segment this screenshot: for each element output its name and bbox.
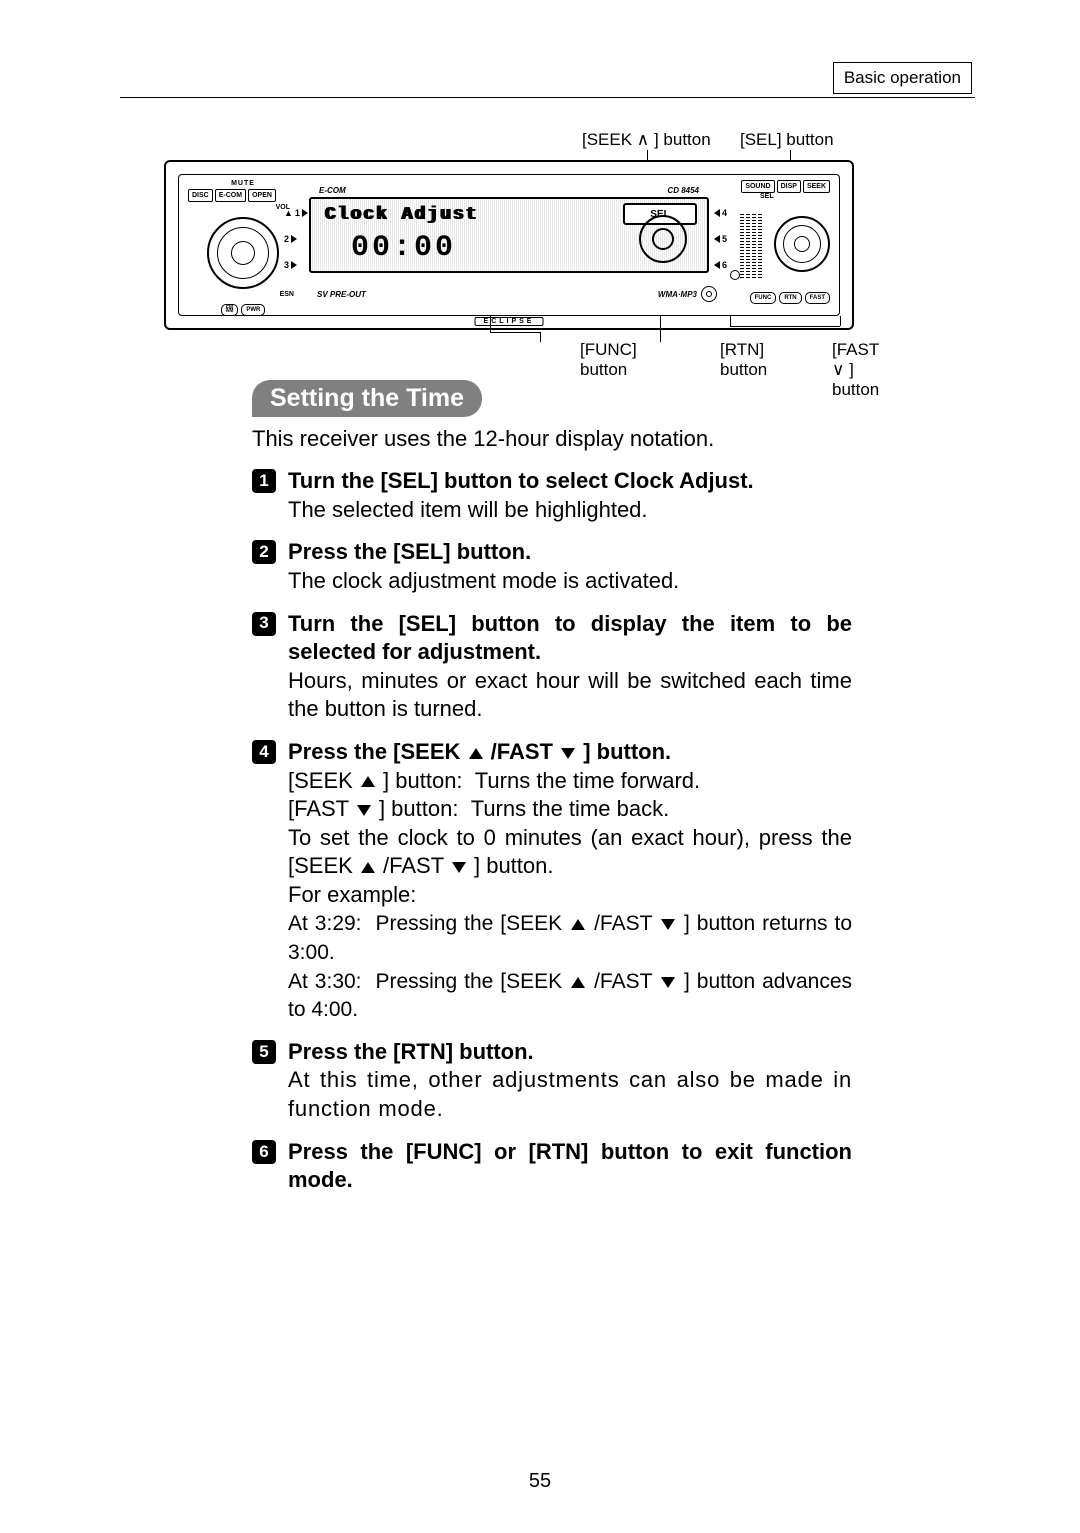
header-rule <box>120 97 975 98</box>
sel-knob[interactable] <box>774 216 830 272</box>
wedge-down-icon <box>661 977 675 988</box>
top-left-button-row: DISC E-COM OPEN <box>188 189 298 202</box>
brand-label: E-COM <box>319 186 346 195</box>
wedge-down-icon <box>452 862 466 873</box>
ecom-button[interactable]: E-COM <box>215 189 246 202</box>
leader-line <box>730 316 731 326</box>
step-number-badge: 6 <box>252 1140 276 1164</box>
manual-page: Basic operation [SEEK ∧ ] button [SEL] b… <box>0 0 1080 1533</box>
leader-line <box>490 316 491 332</box>
page-number: 55 <box>0 1470 1080 1493</box>
step-head: Press the [FUNC] or [RTN] button to exit… <box>288 1139 852 1193</box>
leader-line <box>490 332 540 333</box>
bottom-right-button-row: FUNC RTN FAST <box>720 292 830 304</box>
preset-3[interactable]: 3 <box>284 260 302 270</box>
top-right-button-row: SOUND DISP SEEK <box>720 180 830 193</box>
center-bottom-band: SV PRE-OUT WMA·MP3 <box>309 286 725 302</box>
receiver-illustration: MUTE DISC E-COM OPEN VOL ESN FM AM PWR E… <box>164 160 854 330</box>
step-body: [SEEK ] button: Turns the time forward. … <box>288 767 852 1024</box>
content-column: Setting the Time This receiver uses the … <box>252 380 852 1195</box>
left-control-cluster: MUTE DISC E-COM OPEN VOL ESN FM AM PWR <box>188 180 298 310</box>
step-body: At this time, other adjustments can also… <box>288 1066 852 1123</box>
callout-seek-up: [SEEK ∧ ] button <box>582 130 711 150</box>
wma-mp3-label: WMA·MP3 <box>658 290 697 299</box>
callout-func: [FUNC] button <box>580 340 637 380</box>
step-head: Press the [SEEK /FAST ] button. <box>288 739 671 764</box>
sv-preout-label: SV PRE-OUT <box>317 290 366 299</box>
step-2: 2 Press the [SEL] button. The clock adju… <box>252 538 852 595</box>
step-4: 4 Press the [SEEK /FAST ] button. [SEEK … <box>252 738 852 1024</box>
func-button[interactable]: FUNC <box>750 292 777 304</box>
wedge-up-icon <box>361 862 375 873</box>
seek-button[interactable]: SEEK <box>803 180 830 193</box>
wedge-down-icon <box>357 805 371 816</box>
step-head: Turn the [SEL] button to display the ite… <box>288 611 852 665</box>
pwr-button[interactable]: PWR <box>241 304 265 316</box>
step-number-badge: 5 <box>252 1040 276 1064</box>
mute-label: MUTE <box>188 180 298 187</box>
fast-button[interactable]: FAST <box>805 292 830 304</box>
leader-line <box>840 316 841 326</box>
center-top-band: E-COM CD 8454 <box>309 186 709 195</box>
sel-small-label: SEL <box>720 193 830 200</box>
volume-knob[interactable] <box>207 217 279 289</box>
fm-am-button[interactable]: FM AM <box>221 304 239 316</box>
step-6: 6 Press the [FUNC] or [RTN] button to ex… <box>252 1138 852 1195</box>
wedge-up-icon <box>571 977 585 988</box>
wedge-up-icon <box>361 776 375 787</box>
step-1: 1 Turn the [SEL] button to select Clock … <box>252 467 852 524</box>
leader-line <box>647 150 648 160</box>
wedge-up-icon <box>469 748 483 759</box>
preset-2[interactable]: 2 <box>284 234 302 244</box>
vol-label: VOL <box>188 204 298 211</box>
step-head: Press the [SEL] button. <box>288 539 531 564</box>
model-label: CD 8454 <box>667 186 699 195</box>
step-body: Hours, minutes or exact hour will be swi… <box>288 667 852 724</box>
wedge-up-icon <box>571 919 585 930</box>
leader-line <box>540 332 541 342</box>
step-3: 3 Turn the [SEL] button to display the i… <box>252 610 852 724</box>
esn-label: ESN <box>188 291 298 298</box>
step-number-badge: 2 <box>252 540 276 564</box>
step-head: Press the [RTN] button. <box>288 1039 534 1064</box>
callout-rtn: [RTN] button <box>720 340 767 380</box>
preset-1[interactable]: ▲ 1 <box>284 208 302 218</box>
step-number-badge: 1 <box>252 469 276 493</box>
step-list: 1 Turn the [SEL] button to select Clock … <box>252 467 852 1195</box>
step-5: 5 Press the [RTN] button. At this time, … <box>252 1038 852 1124</box>
disp-button[interactable]: DISP <box>777 180 801 193</box>
leader-line <box>660 316 661 342</box>
step-head: Turn the [SEL] button to select Clock Ad… <box>288 468 754 493</box>
eclipse-brand-badge: ECLIPSE <box>475 317 544 326</box>
compact-disc-icon <box>701 286 717 302</box>
wedge-down-icon <box>561 748 575 759</box>
sound-button[interactable]: SOUND <box>741 180 774 193</box>
section-intro: This receiver uses the 12-hour display n… <box>252 425 852 453</box>
preset-rows: ▲ 1 4 2 5 3 6 <box>284 200 732 280</box>
bottom-left-button-row: FM AM PWR <box>188 304 298 316</box>
indicator-dot <box>730 270 740 280</box>
header-category-box: Basic operation <box>833 62 972 94</box>
step-number-badge: 4 <box>252 740 276 764</box>
step-number-badge: 3 <box>252 612 276 636</box>
header-category-text: Basic operation <box>844 68 961 88</box>
decorative-stripes <box>740 214 762 278</box>
step-body: The selected item will be highlighted. <box>288 496 852 525</box>
wedge-down-icon <box>661 919 675 930</box>
right-control-cluster: SOUND DISP SEEK SEL FUNC RTN FAST <box>720 180 830 310</box>
rtn-button[interactable]: RTN <box>779 292 801 304</box>
open-button[interactable]: OPEN <box>248 189 276 202</box>
step-body: The clock adjustment mode is activated. <box>288 567 852 596</box>
section-heading: Setting the Time <box>252 380 482 417</box>
disc-button[interactable]: DISC <box>188 189 213 202</box>
callout-sel: [SEL] button <box>740 130 834 150</box>
leader-line <box>730 326 840 327</box>
